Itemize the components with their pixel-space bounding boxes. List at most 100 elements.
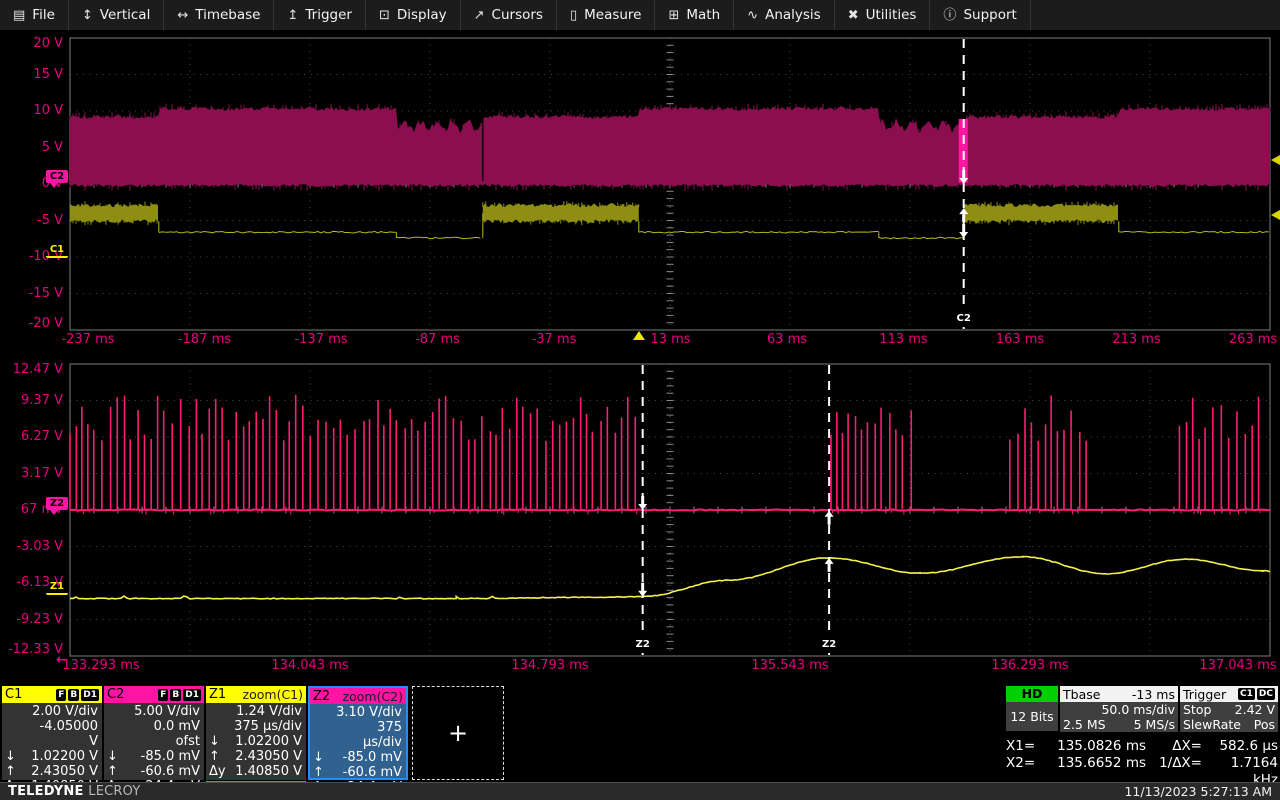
descriptor-title: Z1 — [209, 687, 226, 702]
analysis-icon: ∿ — [747, 9, 758, 22]
y-tick-label: 15 V — [33, 67, 63, 82]
timebase-scale: 50.0 ms/div — [1101, 702, 1175, 717]
readout-glyph — [107, 719, 129, 749]
y-tick-label: 9.37 V — [21, 393, 63, 408]
readout-glyph — [5, 704, 27, 719]
readout-value: -85.0 mV — [129, 749, 200, 764]
menu-timebase[interactable]: ↔Timebase — [164, 0, 274, 30]
y-tick-label: -20 V — [29, 316, 63, 331]
readout-glyph: ↓ — [5, 749, 27, 764]
menu-math[interactable]: ⊞ Math — [655, 0, 734, 30]
readout-glyph: ↑ — [107, 764, 129, 779]
svg-text:Z2: Z2 — [822, 639, 836, 650]
hd-acquisition-box[interactable]: HD 12 Bits — [1006, 686, 1058, 731]
dx-value: 582.6 µs — [1202, 738, 1278, 755]
readout-value: 3.10 V/div — [335, 705, 402, 720]
y-tick-label: -5 V — [37, 213, 63, 228]
add-trace-tile[interactable]: + — [412, 686, 504, 780]
readout-glyph: ↑ — [5, 764, 27, 779]
menu-cursors-label: Cursors — [492, 7, 543, 23]
math-icon: ⊞ — [668, 9, 679, 22]
readout-value: -4.05000 V — [27, 719, 98, 749]
readout-glyph — [209, 719, 231, 734]
datetime: 11/13/2023 5:27:13 AM — [1124, 784, 1272, 799]
readout-value: -60.6 mV — [335, 765, 402, 780]
menu-utilities-label: Utilities — [866, 7, 917, 23]
menu-display-label: Display — [397, 7, 447, 23]
descriptor-source: zoom(C1) — [243, 687, 303, 702]
menu-file[interactable]: ▤ File — [0, 0, 69, 30]
x-tick-label: 213 ms — [1112, 332, 1160, 347]
x-tick-label: 134.043 ms — [271, 658, 348, 673]
menu-math-label: Math — [686, 7, 720, 23]
timebase-box[interactable]: Tbase -13 ms 50.0 ms/div 2.5 MS5 MS/s — [1060, 686, 1178, 732]
zoom-waveform-grid[interactable]: Z2Z2 — [69, 363, 1271, 657]
x-tick-label: -87 ms — [415, 332, 460, 347]
trace-label-c1[interactable]: C1 — [46, 243, 68, 258]
hscroll-left-arrow-icon[interactable]: ← — [56, 652, 68, 668]
menu-trigger-label: Trigger — [305, 7, 352, 23]
trigger-box[interactable]: Trigger C1DC Stop2.42 V SlewRatePos — [1180, 686, 1278, 732]
readout-value: 375 µs/div — [231, 719, 302, 734]
y-tick-label: -9.23 V — [16, 612, 63, 627]
x-tick-label: 113 ms — [879, 332, 927, 347]
trace-zero-marker — [50, 183, 58, 188]
y-tick-label: -3.03 V — [16, 539, 63, 554]
readout-value: 1.24 V/div — [231, 704, 302, 719]
trace-label-z1[interactable]: Z1 — [46, 580, 68, 595]
y-tick-label: 10 V — [33, 103, 63, 118]
readout-value: 1.02200 V — [231, 734, 302, 749]
x1-label: X1= — [1006, 738, 1044, 755]
menu-utilities[interactable]: ✖Utilities — [835, 0, 931, 30]
x-tick-label: -37 ms — [532, 332, 577, 347]
cursors-icon: ↗ — [474, 9, 485, 22]
descriptor-box-c1[interactable]: C1FBD12.00 V/div-4.05000 V↓1.02200 V↑2.4… — [2, 686, 102, 780]
descriptor-badge-b: B — [68, 689, 79, 701]
descriptor-box-c2[interactable]: C2FBD15.00 V/div0.0 mV ofst↓-85.0 mV↑-60… — [104, 686, 204, 780]
menu-file-label: File — [32, 7, 55, 23]
menu-trigger[interactable]: ↥Trigger — [274, 0, 365, 30]
menu-analysis-label: Analysis — [765, 7, 821, 23]
timebase-icon: ↔ — [177, 9, 188, 22]
trace-label-c2[interactable]: C2 — [46, 170, 68, 183]
timebase-title: Tbase — [1063, 687, 1100, 702]
y-tick-label: 6.27 V — [21, 429, 63, 444]
descriptor-box-z1[interactable]: Z1 zoom(C1) 1.24 V/div375 µs/div↓1.02200 V… — [206, 686, 306, 780]
menu-cursors[interactable]: ↗ Cursors — [461, 0, 557, 30]
readout-glyph: ↑ — [209, 749, 231, 764]
x-tick-label: 63 ms — [767, 332, 807, 347]
trigger-badge-c1: C1 — [1238, 688, 1255, 700]
readout-glyph — [313, 720, 335, 750]
menu-measure[interactable]: ▯Measure — [557, 0, 656, 30]
readout-glyph — [313, 705, 335, 720]
descriptor-title: C2 — [107, 687, 124, 702]
x-tick-label: 263 ms — [1229, 332, 1277, 347]
readout-glyph: Δy — [209, 764, 231, 779]
menu-display[interactable]: ⊡Display — [366, 0, 461, 30]
support-icon: ⓘ — [943, 9, 956, 22]
readout-glyph: ↓ — [107, 749, 129, 764]
y-tick-label: 12.47 V — [13, 362, 63, 377]
readout-glyph: ↓ — [313, 750, 335, 765]
x-tick-label: 134.793 ms — [511, 658, 588, 673]
main-waveform-grid[interactable]: C2 — [69, 37, 1271, 331]
menu-vertical[interactable]: ↕Vertical — [69, 0, 164, 30]
menu-analysis[interactable]: ∿ Analysis — [734, 0, 835, 30]
descriptor-box-z2[interactable]: Z2zoom(C2)3.10 V/div375 µs/div↓-85.0 mV↑… — [308, 686, 408, 780]
status-bar: TELEDYNE LECROY 11/13/2023 5:27:13 AM — [0, 782, 1280, 800]
trace-label-z2[interactable]: Z2 — [46, 497, 68, 510]
svg-text:C2: C2 — [957, 313, 971, 324]
x-tick-label: 133.293 ms — [62, 658, 139, 673]
file-icon: ▤ — [13, 9, 25, 22]
edge-level-marker — [1271, 210, 1280, 220]
menu-support[interactable]: ⓘSupport — [930, 0, 1030, 30]
plus-icon: + — [448, 719, 468, 747]
trigger-level: 2.42 V — [1235, 702, 1275, 717]
y-tick-label: -15 V — [29, 286, 63, 301]
readout-value: -60.6 mV — [129, 764, 200, 779]
trigger-slope: Pos — [1254, 717, 1275, 732]
trigger-type: SlewRate — [1183, 717, 1241, 732]
readout-value: 5.00 V/div — [129, 704, 200, 719]
trigger-position-marker[interactable] — [633, 331, 645, 340]
readout-glyph: ↓ — [209, 734, 231, 749]
